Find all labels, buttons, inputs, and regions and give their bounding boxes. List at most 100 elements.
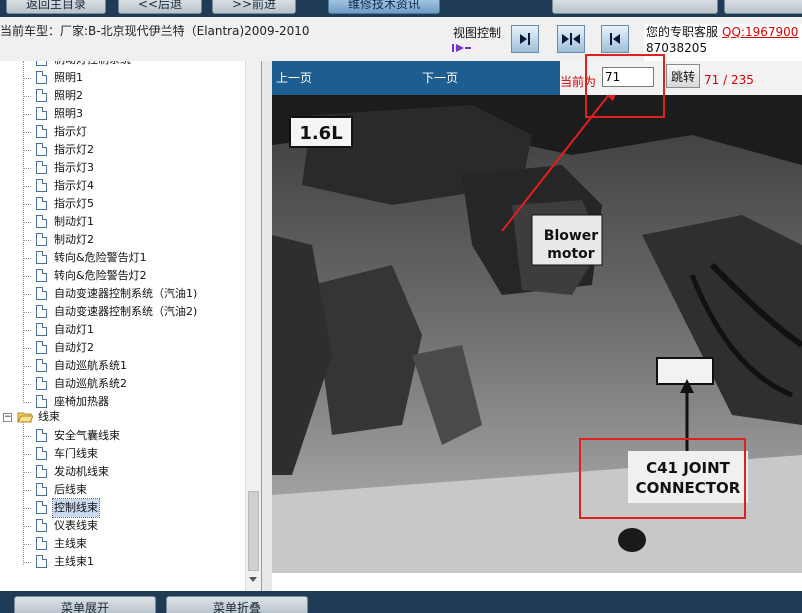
document-icon <box>36 143 47 156</box>
document-icon <box>36 429 47 442</box>
toolbar-button-blank-2[interactable] <box>724 0 802 14</box>
document-icon <box>36 537 47 550</box>
view-control-label: 视图控制 <box>453 26 502 40</box>
wiring-photo: 1.6L Blower motor C41 JOINT CONNECTOR <box>272 95 802 573</box>
page-input-highlight-box <box>585 54 665 118</box>
document-icon <box>36 323 47 336</box>
document-icon <box>36 233 47 246</box>
support-label: 您的专职客服 <box>646 25 719 39</box>
customer-service-box: 您的专职客服 QQ:1967900 87038205 <box>644 24 802 62</box>
blower-label-line2: motor <box>547 246 595 262</box>
back-button[interactable]: <<后退 <box>118 0 202 14</box>
connector-location-diagram: 1.6L Blower motor C41 JOINT CONNECTOR <box>272 95 802 573</box>
tree-item-label: 指示灯4 <box>54 179 94 192</box>
arrow-right-icon <box>520 33 530 45</box>
tree-item-label: 制动灯2 <box>54 233 94 246</box>
tree-item-label: 车门线束 <box>54 447 98 460</box>
tree-item-label: 照明2 <box>54 89 83 102</box>
document-icon <box>36 519 47 532</box>
repair-info-button[interactable]: 维修技术资讯 <box>328 0 440 14</box>
document-icon <box>36 107 47 120</box>
tree-item-label: 指示灯2 <box>54 143 94 156</box>
tree-item-label: 控制线束 <box>52 498 100 518</box>
document-icon <box>36 269 47 282</box>
document-icon <box>36 501 47 514</box>
folder-open-icon <box>17 412 33 423</box>
qq-link[interactable]: QQ:1967900 <box>722 25 798 39</box>
document-icon <box>36 61 47 66</box>
expand-horizontal-icon <box>562 33 580 45</box>
document-icon <box>36 395 47 408</box>
forward-button[interactable]: >>前进 <box>212 0 296 14</box>
sidebar-tree: 制动灯控制系统照明1 照明2 照明3 指示灯指示灯2 指示灯3 指示灯4 指示灯5 制动灯1 制… <box>0 61 262 591</box>
document-icon <box>36 287 47 300</box>
tree-item-label: 自动灯2 <box>54 341 94 354</box>
scroll-down-arrow-icon[interactable] <box>249 577 257 582</box>
info-row: 当前车型：厂家:B-北京现代伊兰特（Elantra)2009-2010 视图控制… <box>0 17 802 62</box>
page-count: 71 / 235 <box>704 73 754 87</box>
sidebar-scrollbar[interactable] <box>245 61 261 591</box>
prev-page-link[interactable]: 上一页 <box>276 69 312 86</box>
tree-item-label: 自动巡航系统1 <box>54 359 127 372</box>
tree-item-label: 仪表线束 <box>54 519 98 532</box>
document-icon <box>36 305 47 318</box>
document-icon <box>36 161 47 174</box>
document-icon <box>36 197 47 210</box>
collapse-menu-button[interactable]: 菜单折叠 <box>166 596 308 613</box>
jump-button[interactable]: 跳转 <box>666 64 700 88</box>
tree-item-label: 自动灯1 <box>54 323 94 336</box>
arrow-left-icon <box>610 33 620 45</box>
tree-item-label: 制动灯1 <box>54 215 94 228</box>
viewer-footer <box>272 573 802 591</box>
back-to-main-menu-button[interactable]: 返回主目录 <box>6 0 106 14</box>
folder-label: 线束 <box>38 410 60 423</box>
tree-item-label: 主线束1 <box>54 555 94 568</box>
document-icon <box>36 555 47 568</box>
blower-label-line1: Blower <box>544 228 599 244</box>
tree-item-label: 自动巡航系统2 <box>54 377 127 390</box>
document-icon <box>36 341 47 354</box>
document-viewer: 上一页 下一页 1.6L Blower motor C41 JOINT CONN… <box>272 61 802 591</box>
next-page-link[interactable]: 下一页 <box>422 69 458 86</box>
fit-left-button[interactable] <box>601 25 629 53</box>
tree-item-label: 指示灯3 <box>54 161 94 174</box>
scrollbar-thumb[interactable] <box>248 491 259 571</box>
document-icon <box>36 89 47 102</box>
tree-item-label: 座椅加热器 <box>54 395 109 408</box>
document-icon <box>36 71 47 84</box>
tree-item-label: 指示灯5 <box>54 197 94 210</box>
tree-item-label: 制动灯控制系统 <box>54 61 131 69</box>
tree-item-label: 自动变速器控制系统（汽油2) <box>54 305 198 318</box>
document-icon <box>36 179 47 192</box>
document-icon <box>36 215 47 228</box>
tree-item-label: 自动变速器控制系统（汽油1) <box>54 287 198 300</box>
fit-width-button[interactable] <box>557 25 585 53</box>
tree-item-label: 指示灯 <box>54 125 87 138</box>
connector-label-line1: C41 JOINT <box>646 459 731 477</box>
document-icon <box>36 465 47 478</box>
expand-menu-button[interactable]: 菜单展开 <box>14 596 156 613</box>
tree-item-label: 转向&危险警告灯1 <box>54 251 147 264</box>
document-icon <box>36 125 47 138</box>
tree-item-label: 安全气囊线束 <box>54 429 120 442</box>
view-control-icon <box>452 44 471 52</box>
tree-item-label: 主线束 <box>54 537 87 550</box>
bottom-toolbar: 菜单展开 菜单折叠 <box>0 591 802 613</box>
tree-item-label: 转向&危险警告灯2 <box>54 269 147 282</box>
connector-label-line2: CONNECTOR <box>636 479 741 497</box>
toolbar-button-blank-1[interactable] <box>552 0 718 14</box>
vehicle-model-label: 当前车型：厂家:B-北京现代伊兰特（Elantra)2009-2010 <box>0 24 310 38</box>
tree-item-label: 发动机线束 <box>54 465 109 478</box>
tree-item-label: 照明1 <box>54 71 83 84</box>
document-icon <box>36 483 47 496</box>
document-icon <box>36 377 47 390</box>
tree-item-label: 后线束 <box>54 483 87 496</box>
support-phone: 87038205 <box>646 41 708 55</box>
document-icon <box>36 447 47 460</box>
engine-size-label: 1.6L <box>299 123 342 144</box>
collapse-toggle[interactable]: − <box>3 413 12 422</box>
fit-right-button[interactable] <box>511 25 539 53</box>
tree-item-label: 照明3 <box>54 107 83 120</box>
document-icon <box>36 251 47 264</box>
top-toolbar: 返回主目录 <<后退 >>前进 维修技术资讯 <box>0 0 802 17</box>
